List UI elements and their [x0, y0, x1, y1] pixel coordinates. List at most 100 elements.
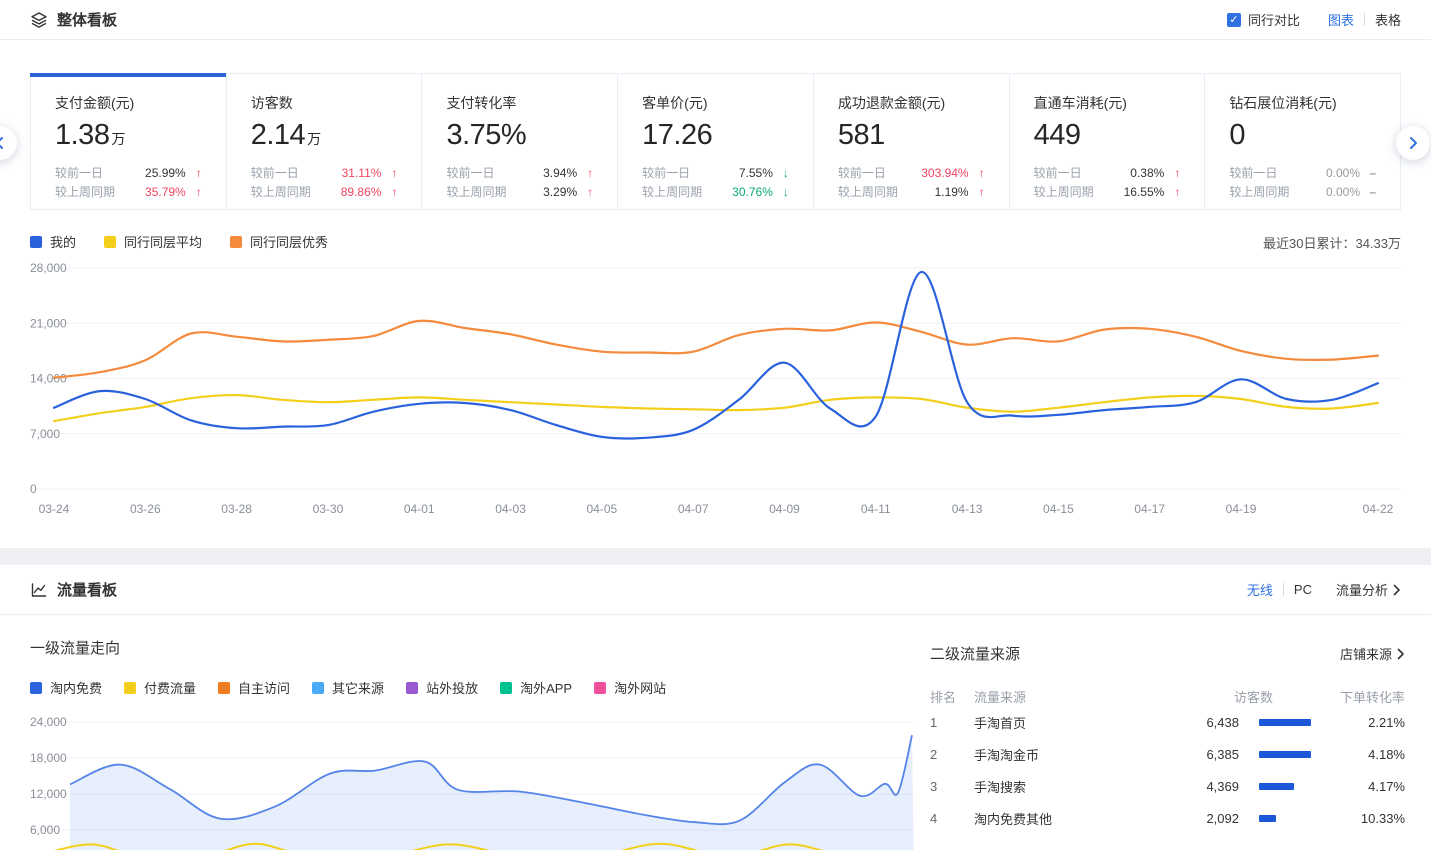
shop-sources-link[interactable]: 店铺来源	[1340, 644, 1405, 663]
svg-text:14,000: 14,000	[30, 372, 67, 386]
peer-compare-checkbox[interactable]: ✓	[1227, 13, 1241, 27]
total-30d-label: 最近30日累计：34.33万	[1263, 233, 1401, 252]
kpi-compare-row: 较前一日303.94%↑	[838, 164, 985, 183]
kpi-value: 17.26	[642, 119, 789, 152]
source-name: 手淘首页	[974, 713, 1139, 732]
kpi-card-2[interactable]: 访客数2.14万较前一日31.11%↑较上周同期89.86%↑	[226, 73, 423, 210]
legend-item[interactable]: 我的	[30, 232, 76, 251]
kpi-title: 支付金额(元)	[55, 93, 202, 113]
source-conversion: 4.17%	[1315, 779, 1405, 794]
legend-swatch	[124, 682, 136, 694]
kpi-compare-row: 较上周同期0.00%–	[1229, 183, 1376, 202]
legend-item[interactable]: 淘外APP	[500, 678, 572, 697]
kpi-compare-row: 较前一日0.38%↑	[1034, 164, 1181, 183]
kpi-title: 支付转化率	[446, 93, 593, 113]
legend-label: 我的	[50, 232, 76, 251]
legend-label: 自主访问	[238, 678, 290, 697]
svg-text:04-07: 04-07	[678, 502, 709, 516]
chevron-right-icon	[1405, 135, 1421, 151]
overall-chart-legend: 我的 同行同层平均 同行同层优秀	[30, 232, 356, 251]
legend-item[interactable]: 同行同层优秀	[230, 232, 328, 251]
kpi-card-5[interactable]: 成功退款金额(元) 581 较前一日303.94%↑较上周同期1.19%↑	[813, 73, 1010, 210]
source-name: 手淘搜索	[974, 777, 1139, 796]
legend-label: 付费流量	[144, 678, 196, 697]
source-conversion: 4.18%	[1315, 747, 1405, 762]
svg-text:04-22: 04-22	[1363, 502, 1394, 516]
legend-item[interactable]: 付费流量	[124, 678, 196, 697]
source-name: 手淘淘金币	[974, 745, 1139, 764]
legend-swatch	[406, 682, 418, 694]
source-visitors: 2,092	[1139, 811, 1239, 826]
source-name: 淘内免费其他	[974, 809, 1139, 828]
svg-text:03-28: 03-28	[221, 502, 252, 516]
traffic-trend-chart: 24,00018,00012,0006,000	[30, 700, 914, 850]
kpi-compare-row: 较前一日31.11%↑	[251, 164, 398, 183]
kpi-cards-row: 支付金额(元)1.38万较前一日25.99%↑较上周同期35.79%↑访客数2.…	[30, 73, 1401, 210]
kpi-card-7[interactable]: 钻石展位消耗(元)0较前一日0.00%–较上周同期0.00%–	[1204, 73, 1401, 210]
col-visitors: 访客数	[1139, 687, 1273, 706]
traffic-panel: 流量看板 无线 PC 流量分析 一级流量走向 淘内免费付费流量自主访问其它来源站…	[0, 565, 1431, 850]
legend-swatch	[594, 682, 606, 694]
legend-item[interactable]: 站外投放	[406, 678, 478, 697]
overall-panel-title: 整体看板	[57, 9, 117, 30]
kpi-compare-row: 较上周同期89.86%↑	[251, 183, 398, 202]
sycm-dashboard: 整体看板 ✓ 同行对比 图表 表格 支付金额(元)1.38万较前一日25.99%…	[0, 0, 1431, 850]
source-visitors: 6,385	[1139, 747, 1239, 762]
kpi-card-1[interactable]: 支付金额(元)1.38万较前一日25.99%↑较上周同期35.79%↑	[30, 73, 227, 210]
source-conversion: 2.21%	[1315, 715, 1405, 730]
legend-item[interactable]: 自主访问	[218, 678, 290, 697]
source-rank: 1	[930, 715, 974, 730]
carousel-next-button[interactable]	[1396, 126, 1430, 160]
col-rank: 排名	[930, 687, 974, 706]
visitors-bar	[1259, 783, 1294, 790]
chevron-left-icon	[0, 135, 8, 151]
legend-label: 淘内免费	[50, 678, 102, 697]
legend-item[interactable]: 同行同层平均	[104, 232, 202, 251]
traffic-source-row[interactable]: 4淘内免费其他2,09210.33%	[930, 802, 1405, 834]
traffic-source-row[interactable]: 3手淘搜索4,3694.17%	[930, 770, 1405, 802]
kpi-compare-row: 较上周同期16.55%↑	[1034, 183, 1181, 202]
svg-text:04-19: 04-19	[1226, 502, 1257, 516]
kpi-value: 581	[838, 119, 985, 152]
kpi-title: 直通车消耗(元)	[1034, 93, 1181, 113]
kpi-card-4[interactable]: 客单价(元)17.26较前一日7.55%↓较上周同期30.76%↓	[617, 73, 814, 210]
col-conversion: 下单转化率	[1315, 687, 1405, 706]
kpi-title: 成功退款金额(元)	[838, 93, 985, 113]
kpi-card-3[interactable]: 支付转化率3.75%较前一日3.94%↑较上周同期3.29%↑	[421, 73, 618, 210]
kpi-card-6[interactable]: 直通车消耗(元)449较前一日0.38%↑较上周同期16.55%↑	[1009, 73, 1206, 210]
legend-swatch	[218, 682, 230, 694]
source-rank: 2	[930, 747, 974, 762]
svg-text:04-15: 04-15	[1043, 502, 1074, 516]
legend-label: 淘外APP	[520, 678, 572, 697]
chevron-right-icon	[1397, 648, 1405, 660]
legend-item[interactable]: 其它来源	[312, 678, 384, 697]
legend-label: 同行同层优秀	[250, 232, 328, 251]
visitors-bar	[1259, 719, 1311, 726]
traffic-source-row[interactable]: 1手淘首页6,4382.21%	[930, 706, 1405, 738]
svg-text:28,000: 28,000	[30, 261, 67, 275]
kpi-compare-row: 较前一日25.99%↑	[55, 164, 202, 183]
traffic-source-row[interactable]: 2手淘淘金币6,385 4.18%	[930, 738, 1405, 770]
visitors-bar	[1259, 815, 1276, 822]
kpi-compare-row: 较上周同期1.19%↑	[838, 183, 985, 202]
peer-compare-label[interactable]: 同行对比	[1248, 10, 1300, 29]
svg-text:12,000: 12,000	[30, 787, 67, 801]
svg-text:04-01: 04-01	[404, 502, 435, 516]
source-conversion: 10.33%	[1315, 811, 1405, 826]
primary-traffic-title: 一级流量走向	[30, 637, 120, 658]
traffic-panel-title: 流量看板	[57, 579, 117, 600]
sources-table-header: 排名 流量来源 访客数 下单转化率	[930, 686, 1405, 706]
kpi-value: 0	[1229, 119, 1376, 152]
svg-text:04-09: 04-09	[769, 502, 800, 516]
legend-swatch	[104, 236, 116, 248]
visitors-bar	[1259, 751, 1311, 758]
view-toggle-table[interactable]: 表格	[1375, 10, 1401, 29]
carousel-prev-button[interactable]	[0, 126, 17, 160]
svg-text:6,000: 6,000	[30, 823, 60, 837]
view-toggle-chart[interactable]: 图表	[1328, 10, 1354, 29]
svg-text:03-26: 03-26	[130, 502, 161, 516]
legend-item[interactable]: 淘外网站	[594, 678, 666, 697]
legend-item[interactable]: 淘内免费	[30, 678, 102, 697]
kpi-value: 2.14万	[251, 119, 398, 152]
legend-label: 站外投放	[426, 678, 478, 697]
